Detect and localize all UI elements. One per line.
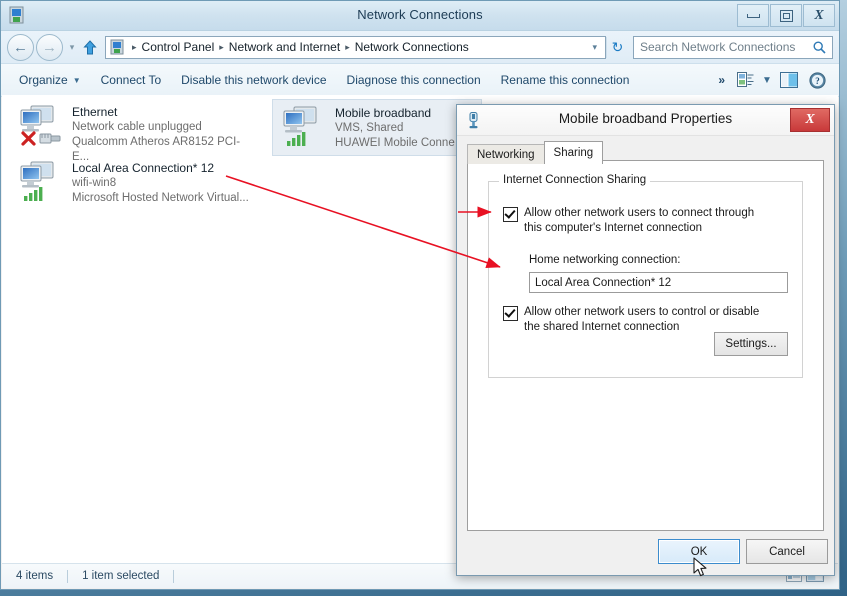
forward-arrow-icon: →: [42, 39, 57, 56]
minimize-icon: [747, 14, 760, 18]
breadcrumb-separator: ▸: [129, 42, 140, 53]
page-title: Network Connections: [1, 7, 839, 22]
connection-item-mobile-broadband[interactable]: Mobile broadband VMS, Shared HUAWEI Mobi…: [272, 99, 482, 156]
chevron-down-icon: ▼: [73, 76, 81, 85]
back-button[interactable]: ←: [7, 34, 34, 61]
breadcrumb-separator: ▸: [342, 42, 353, 53]
breadcrumb-item-control-panel[interactable]: Control Panel: [140, 40, 217, 54]
restore-button[interactable]: [770, 4, 802, 27]
preview-pane-icon: [780, 72, 798, 88]
connection-text: Mobile broadband VMS, Shared HUAWEI Mobi…: [335, 104, 455, 151]
refresh-icon: ↻: [612, 39, 624, 56]
chevron-down-icon: ▼: [762, 75, 772, 86]
address-bar-row: ← → ▾ ▸ Control Panel ▸ Network and Inte…: [1, 31, 839, 64]
command-bar-right: » ▼: [712, 68, 831, 92]
network-adapter-unplugged-icon: [18, 103, 66, 147]
tab-sharing[interactable]: Sharing: [544, 141, 604, 164]
window-controls: X: [736, 4, 835, 27]
network-connections-icon: [110, 39, 126, 55]
search-input[interactable]: Search Network Connections: [633, 36, 833, 59]
overflow-button[interactable]: »: [712, 68, 731, 92]
settings-button[interactable]: Settings...: [714, 332, 788, 356]
allow-connect-label: Allow other network users to connect thr…: [524, 206, 764, 235]
home-networking-value: Local Area Connection* 12: [535, 277, 671, 289]
rj45-plug-icon: [40, 134, 60, 143]
view-options-caret[interactable]: ▼: [759, 68, 775, 92]
close-button[interactable]: X: [803, 4, 835, 27]
up-button[interactable]: [79, 40, 101, 55]
network-adapter-icon: [18, 159, 66, 203]
dialog-close-button[interactable]: X: [790, 108, 830, 132]
internet-connection-sharing-group: Internet Connection Sharing Allow other …: [488, 181, 803, 378]
forward-button[interactable]: →: [36, 34, 63, 61]
breadcrumb-item-network-and-internet[interactable]: Network and Internet: [227, 40, 342, 54]
cancel-button[interactable]: Cancel: [746, 539, 828, 564]
breadcrumb-separator: ▸: [216, 42, 227, 53]
tab-networking[interactable]: Networking: [467, 144, 545, 164]
address-bar[interactable]: ▸ Control Panel ▸ Network and Internet ▸…: [105, 36, 606, 59]
connection-device: Microsoft Hosted Network Virtual...: [72, 191, 249, 206]
selection-count-label: 1 item selected: [82, 570, 159, 582]
window-title-bar: Network Connections X: [1, 1, 839, 31]
allow-control-label: Allow other network users to control or …: [524, 305, 774, 334]
command-bar: Organize ▼ Connect To Disable this netwo…: [1, 64, 839, 97]
connection-text: Local Area Connection* 12 wifi-win8 Micr…: [72, 159, 249, 206]
connection-device: HUAWEI Mobile Conne: [335, 136, 455, 151]
disable-device-button[interactable]: Disable this network device: [171, 68, 336, 92]
network-adapter-icon: [281, 104, 329, 148]
diagnose-connection-button[interactable]: Diagnose this connection: [337, 68, 491, 92]
back-arrow-icon: ←: [13, 39, 28, 56]
close-icon: X: [814, 8, 823, 24]
signal-bars-icon: [24, 187, 42, 201]
history-dropdown-icon: ▾: [70, 42, 75, 52]
signal-bars-icon: [287, 132, 305, 146]
dialog-title: Mobile broadband Properties: [457, 111, 834, 126]
preview-pane-button[interactable]: [775, 68, 803, 92]
svg-text:?: ?: [815, 76, 820, 86]
rename-connection-button[interactable]: Rename this connection: [491, 68, 640, 92]
home-networking-select[interactable]: Local Area Connection* 12: [529, 272, 788, 293]
view-options-button[interactable]: [731, 68, 759, 92]
search-icon: [813, 41, 826, 54]
dialog-tabs: Networking Sharing: [467, 141, 602, 164]
up-arrow-icon: [83, 40, 97, 55]
restore-icon: [780, 10, 793, 22]
connection-status: wifi-win8: [72, 176, 249, 191]
group-label: Internet Connection Sharing: [499, 174, 650, 186]
connection-name: Ethernet: [72, 105, 254, 120]
minimize-button[interactable]: [737, 4, 769, 27]
allow-control-checkbox[interactable]: [503, 306, 518, 321]
chevron-down-icon[interactable]: ▾: [586, 42, 603, 53]
allow-control-checkbox-row[interactable]: Allow other network users to control or …: [503, 305, 788, 334]
status-divider: [173, 570, 174, 583]
mobile-broadband-properties-dialog: Mobile broadband Properties X Networking…: [456, 104, 835, 576]
mouse-cursor: [693, 557, 709, 579]
connection-status: VMS, Shared: [335, 121, 455, 136]
help-icon: ?: [809, 72, 826, 89]
status-divider: [67, 570, 68, 583]
view-options-icon: [737, 72, 754, 88]
organize-label: Organize: [19, 73, 68, 87]
connection-item-local-area-connection-12[interactable]: Local Area Connection* 12 wifi-win8 Micr…: [10, 155, 260, 210]
item-count-label: 4 items: [16, 570, 53, 582]
connection-name: Local Area Connection* 12: [72, 161, 249, 176]
close-icon: X: [805, 112, 814, 128]
search-placeholder: Search Network Connections: [640, 40, 813, 54]
refresh-button[interactable]: ↻: [606, 37, 628, 58]
sharing-tab-panel: Internet Connection Sharing Allow other …: [467, 160, 824, 531]
allow-connect-checkbox[interactable]: [503, 207, 518, 222]
connect-to-button[interactable]: Connect To: [91, 68, 172, 92]
connection-name: Mobile broadband: [335, 106, 455, 121]
recent-locations-button[interactable]: ▾: [65, 42, 79, 53]
organize-button[interactable]: Organize ▼: [9, 68, 91, 92]
dialog-title-bar: Mobile broadband Properties X: [457, 105, 834, 136]
home-networking-label: Home networking connection:: [529, 254, 681, 266]
breadcrumb-item-network-connections[interactable]: Network Connections: [353, 40, 471, 54]
connection-status: Network cable unplugged: [72, 120, 254, 135]
allow-connect-checkbox-row[interactable]: Allow other network users to connect thr…: [503, 206, 788, 235]
help-button[interactable]: ?: [803, 68, 831, 92]
